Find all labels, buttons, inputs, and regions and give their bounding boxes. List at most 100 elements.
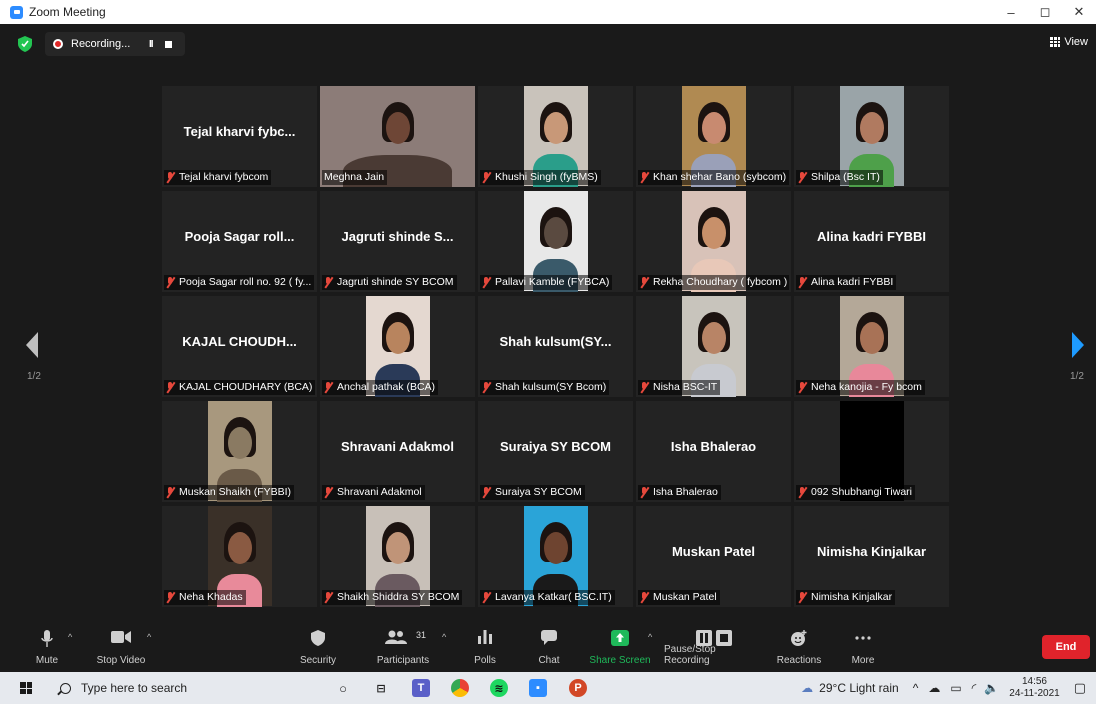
battery-icon[interactable]: ▭ bbox=[950, 681, 961, 695]
more-button[interactable]: More bbox=[848, 622, 878, 672]
end-meeting-button[interactable]: End bbox=[1042, 635, 1090, 659]
chat-button[interactable]: Chat bbox=[534, 622, 564, 672]
participant-tile[interactable]: Neha kanojia - Fy bcom bbox=[794, 296, 949, 397]
maximize-button[interactable]: ◻ bbox=[1028, 0, 1062, 24]
participant-tile[interactable]: Tejal kharvi fybc... Tejal kharvi fybcom bbox=[162, 86, 317, 187]
share-screen-button[interactable]: Share Screen bbox=[588, 622, 652, 672]
mic-muted-icon bbox=[640, 277, 649, 288]
mic-muted-icon bbox=[640, 592, 649, 603]
participant-name-label: Anchal pathak (BCA) bbox=[322, 380, 439, 395]
pause-stop-recording-label: Pause/Stop Recording bbox=[664, 644, 716, 666]
teams-icon[interactable]: T bbox=[412, 679, 430, 697]
weather-text[interactable]: 29°C Light rain bbox=[819, 681, 899, 695]
pause-stop-recording-button[interactable]: Pause/Stop Recording bbox=[664, 622, 764, 672]
volume-icon[interactable]: 🔈 bbox=[984, 681, 999, 695]
participant-tile[interactable]: Khan shehar Bano (sybcom) bbox=[636, 86, 791, 187]
participant-tile[interactable]: Anchal pathak (BCA) bbox=[320, 296, 475, 397]
participant-name-label: Muskan Patel bbox=[638, 590, 720, 605]
participant-tile[interactable]: Alina kadri FYBBI Alina kadri FYBBI bbox=[794, 191, 949, 292]
share-options-chevron-icon[interactable]: ^ bbox=[648, 632, 652, 642]
clock-date: 24-11-2021 bbox=[1009, 688, 1060, 699]
participant-name: Muskan Patel bbox=[653, 591, 717, 603]
participant-tile[interactable]: Nimisha Kinjalkar Nimisha Kinjalkar bbox=[794, 506, 949, 607]
participant-name-label: Muskan Shaikh (FYBBI) bbox=[164, 485, 295, 500]
view-button[interactable]: View bbox=[1050, 36, 1088, 48]
wifi-icon[interactable]: ◜ bbox=[972, 681, 977, 695]
security-button[interactable]: Security bbox=[296, 622, 340, 672]
participants-chevron-icon[interactable]: ^ bbox=[442, 632, 446, 642]
zoom-logo-icon bbox=[10, 5, 23, 19]
participants-label: Participants bbox=[376, 655, 430, 666]
onedrive-cloud-icon[interactable]: ☁ bbox=[928, 681, 940, 695]
spotify-icon[interactable]: ≋ bbox=[490, 679, 508, 697]
mic-muted-icon bbox=[166, 487, 175, 498]
participant-tile[interactable]: Suraiya SY BCOM Suraiya SY BCOM bbox=[478, 401, 633, 502]
participant-tile[interactable]: Rekha Choudhary ( fybcom ) bbox=[636, 191, 791, 292]
gallery-grid: Tejal kharvi fybc... Tejal kharvi fybcom M… bbox=[162, 86, 950, 608]
participant-tile[interactable]: Lavanya Katkar( BSC.IT) bbox=[478, 506, 633, 607]
participant-tile[interactable]: Nisha BSC-IT bbox=[636, 296, 791, 397]
minimize-button[interactable]: – bbox=[994, 0, 1028, 24]
participant-tile[interactable]: Shilpa (Bsc IT) bbox=[794, 86, 949, 187]
mute-button[interactable]: Mute bbox=[30, 622, 64, 672]
recording-indicator: Recording... II bbox=[45, 32, 185, 56]
stop-recording-button[interactable] bbox=[164, 40, 172, 48]
participant-tile[interactable]: Shravani Adakmol Shravani Adakmol bbox=[320, 401, 475, 502]
cortana-circle-icon[interactable]: ○ bbox=[334, 679, 352, 697]
system-tray: ☁ 29°C Light rain ^ ☁ ▭ ◜ 🔈 14:56 24-11-… bbox=[801, 672, 1096, 704]
notifications-icon[interactable]: ▢ bbox=[1074, 680, 1086, 696]
security-shield-icon[interactable] bbox=[18, 36, 32, 52]
close-button[interactable]: ✕ bbox=[1062, 0, 1096, 24]
polls-button[interactable]: Polls bbox=[470, 622, 500, 672]
audio-options-chevron-icon[interactable]: ^ bbox=[68, 632, 72, 642]
participant-tile[interactable]: Khushi Singh (fyBMS) bbox=[478, 86, 633, 187]
security-label: Security bbox=[299, 655, 337, 666]
view-label: View bbox=[1064, 36, 1088, 48]
participant-tile[interactable]: Meghna Jain bbox=[320, 86, 475, 187]
reactions-button[interactable]: Reactions bbox=[776, 622, 822, 672]
participant-name: Suraiya SY BCOM bbox=[495, 486, 582, 498]
pause-recording-button[interactable]: II bbox=[149, 39, 153, 50]
participant-name-label: Alina kadri FYBBI bbox=[796, 275, 897, 290]
participant-tile[interactable]: Shah kulsum(SY... Shah kulsum(SY Bcom) bbox=[478, 296, 633, 397]
show-hidden-icons-chevron-icon[interactable]: ^ bbox=[913, 681, 919, 695]
participant-tile[interactable]: Shaikh Shiddra SY BCOM bbox=[320, 506, 475, 607]
participant-name: Tejal kharvi fybcom bbox=[179, 171, 269, 183]
participant-name-label: Shah kulsum(SY Bcom) bbox=[480, 380, 610, 395]
taskbar-search-input[interactable]: Type here to search bbox=[48, 676, 318, 700]
participant-tile[interactable]: Muskan Patel Muskan Patel bbox=[636, 506, 791, 607]
mic-muted-icon bbox=[640, 382, 649, 393]
participant-tile[interactable]: Jagruti shinde S... Jagruti shinde SY BCO… bbox=[320, 191, 475, 292]
mic-muted-icon bbox=[324, 382, 333, 393]
share-screen-label: Share Screen bbox=[589, 655, 651, 666]
zoom-taskbar-icon[interactable]: ▪ bbox=[529, 679, 547, 697]
participant-tile[interactable]: Pooja Sagar roll... Pooja Sagar roll no. … bbox=[162, 191, 317, 292]
participant-display-name: Alina kadri FYBBI bbox=[816, 229, 927, 244]
participant-name: Lavanya Katkar( BSC.IT) bbox=[495, 591, 612, 603]
participant-tile[interactable]: 092 Shubhangi Tiwari bbox=[794, 401, 949, 502]
previous-page-arrow-icon[interactable] bbox=[26, 332, 38, 358]
participant-tile[interactable]: Isha Bhalerao Isha Bhalerao bbox=[636, 401, 791, 502]
clock[interactable]: 14:56 24-11-2021 bbox=[1009, 676, 1059, 700]
chrome-icon[interactable] bbox=[451, 679, 469, 697]
participant-name: Pallavi Kamble (FYBCA) bbox=[495, 276, 610, 288]
task-view-icon[interactable]: ⊟ bbox=[372, 679, 390, 697]
participant-tile[interactable]: Pallavi Kamble (FYBCA) bbox=[478, 191, 633, 292]
mic-muted-icon bbox=[798, 277, 807, 288]
grid-view-icon bbox=[1050, 37, 1061, 47]
next-page-arrow-icon[interactable] bbox=[1072, 332, 1084, 358]
windows-start-icon[interactable] bbox=[20, 682, 32, 694]
participant-tile[interactable]: Muskan Shaikh (FYBBI) bbox=[162, 401, 317, 502]
stop-video-button[interactable]: Stop Video bbox=[92, 622, 150, 672]
participant-tile[interactable]: KAJAL CHOUDH... KAJAL CHOUDHARY (BCA) bbox=[162, 296, 317, 397]
participant-name: 092 Shubhangi Tiwari bbox=[811, 486, 912, 498]
participant-name-label: Meghna Jain bbox=[322, 170, 388, 185]
meeting-toolbar: Mute ^ Stop Video ^ Security 31 Particip… bbox=[0, 622, 1096, 672]
participant-name: Alina kadri FYBBI bbox=[811, 276, 894, 288]
participant-name: Nisha BSC-IT bbox=[653, 381, 718, 393]
participants-button[interactable]: 31 Participants bbox=[372, 622, 434, 672]
windows-taskbar: Type here to search ○ ⊟ T ≋ ▪ P ☁ 29°C L… bbox=[0, 672, 1096, 704]
participant-tile[interactable]: Neha Khadas bbox=[162, 506, 317, 607]
powerpoint-icon[interactable]: P bbox=[569, 679, 587, 697]
video-options-chevron-icon[interactable]: ^ bbox=[147, 632, 151, 642]
